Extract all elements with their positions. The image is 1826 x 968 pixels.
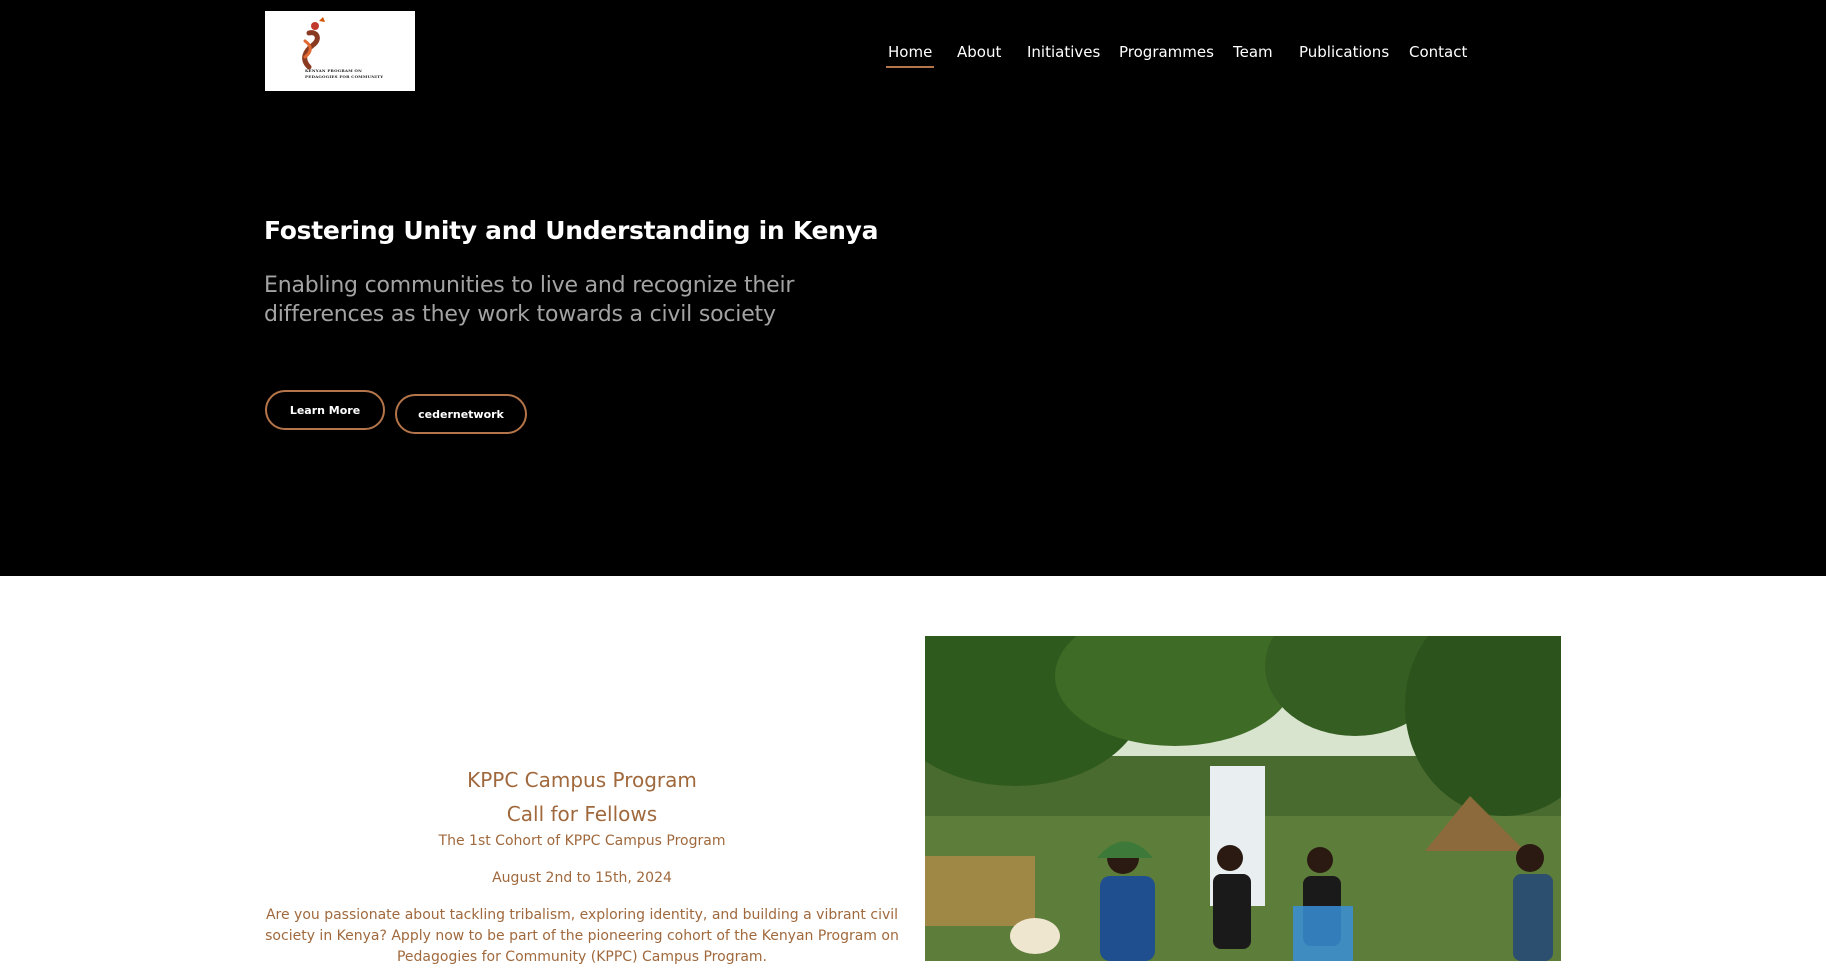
program-dates: August 2nd to 15th, 2024 — [492, 870, 672, 886]
program-cohort: The 1st Cohort of KPPC Campus Program — [438, 833, 726, 849]
program-title-line-2: Call for Fellows — [506, 802, 658, 826]
program-title: KPPC Campus Program Call for Fellows — [264, 763, 900, 831]
program-section: KPPC Campus Program Call for Fellows The… — [264, 576, 900, 965]
hero-subtitle: Enabling communities to live and recogni… — [264, 273, 795, 327]
program-title-line-1: KPPC Campus Program — [467, 768, 697, 792]
learn-more-label: Learn More — [289, 403, 361, 417]
nav-item-initiatives[interactable]: Initiatives — [1027, 42, 1100, 62]
nav-item-team[interactable]: Team — [1233, 42, 1273, 62]
hero-section: KENYAN PROGRAM ON PEDAGOGIES FOR COMMUNI… — [0, 0, 1826, 576]
nav-item-home[interactable]: Home — [885, 42, 935, 68]
nav-item-programmes[interactable]: Programmes — [1119, 42, 1214, 62]
outdoor-gathering-image — [925, 636, 1561, 961]
logo-text-line-2: PEDAGOGIES FOR COMMUNITY — [305, 74, 384, 79]
main-nav: Home About Initiatives Programmes Team P… — [0, 42, 1826, 72]
cedernetwork-button[interactable]: cedernetwork — [395, 394, 527, 434]
program-description: Are you passionate about tackling tribal… — [265, 907, 899, 965]
nav-item-contact[interactable]: Contact — [1409, 42, 1467, 62]
nav-item-publications[interactable]: Publications — [1299, 42, 1389, 62]
learn-more-button[interactable]: Learn More — [265, 390, 385, 430]
cedernetwork-label: cedernetwork — [418, 407, 504, 421]
nav-item-about[interactable]: About — [957, 42, 1001, 62]
hero-title: Fostering Unity and Understanding in Ken… — [264, 216, 879, 245]
program-photo — [925, 636, 1561, 961]
